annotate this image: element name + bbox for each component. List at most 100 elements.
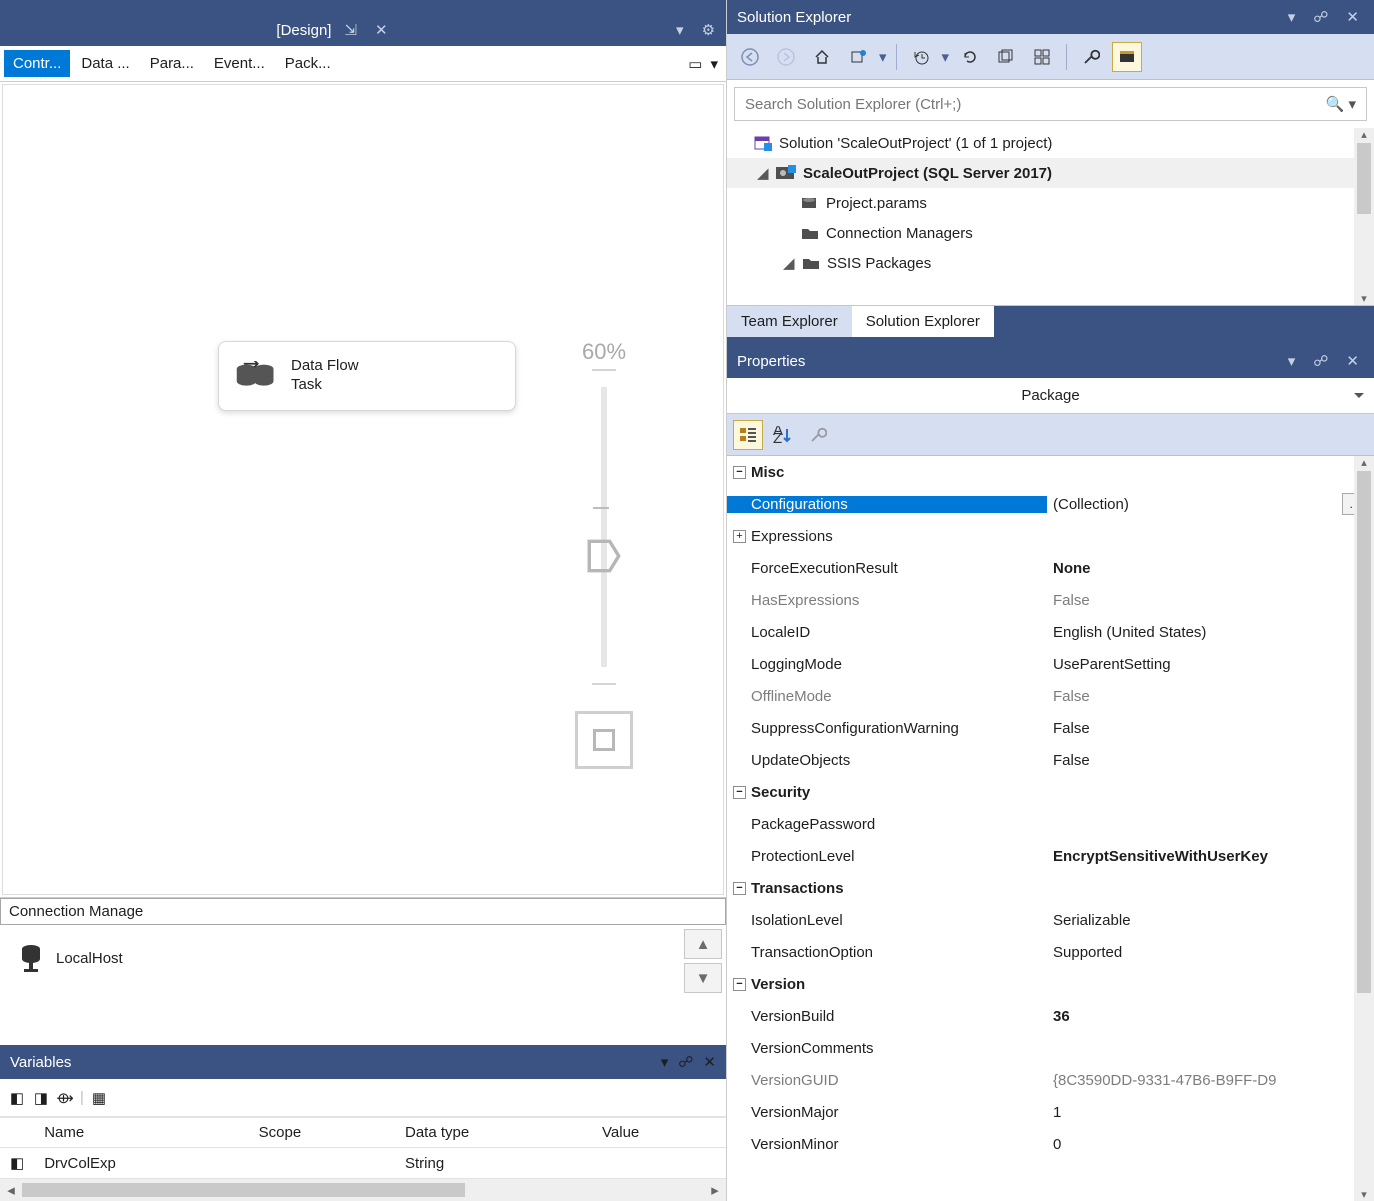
- prop-isolationlevel[interactable]: IsolationLevelSerializable: [727, 904, 1374, 936]
- prop-versionminor[interactable]: VersionMinor0: [727, 1128, 1374, 1160]
- se-close-icon[interactable]: ✕: [1341, 8, 1364, 26]
- gear-icon[interactable]: ⚙: [697, 21, 720, 39]
- properties-toolbar: AZ: [727, 414, 1374, 456]
- back-button[interactable]: [735, 42, 765, 72]
- prop-loggingmode[interactable]: LoggingModeUseParentSetting: [727, 648, 1374, 680]
- collapse-all-button[interactable]: [991, 42, 1021, 72]
- scroll-down-button[interactable]: ▼: [684, 963, 722, 993]
- move-variable-button[interactable]: ⟴: [56, 1089, 74, 1107]
- props-vscroll[interactable]: ▴▾: [1354, 456, 1374, 1201]
- connection-localhost[interactable]: LocalHost: [18, 943, 123, 973]
- solution-explorer-search[interactable]: Search Solution Explorer (Ctrl+;) 🔍 ▾: [734, 87, 1367, 121]
- delete-variable-button[interactable]: ◨: [32, 1089, 50, 1107]
- show-all-button[interactable]: [1027, 42, 1057, 72]
- zoom-slider[interactable]: [601, 387, 607, 667]
- col-name[interactable]: Name: [34, 1118, 248, 1148]
- prop-versioncomments[interactable]: VersionComments: [727, 1032, 1374, 1064]
- tree-solution[interactable]: Solution 'ScaleOutProject' (1 of 1 proje…: [727, 128, 1374, 158]
- category-misc[interactable]: −Misc: [727, 456, 1374, 488]
- search-icon[interactable]: 🔍 ▾: [1326, 95, 1356, 113]
- prop-hasexpressions[interactable]: HasExpressionsFalse: [727, 584, 1374, 616]
- tab-event-handlers[interactable]: Event...: [205, 50, 274, 77]
- props-dropdown-icon[interactable]: ▾: [1283, 352, 1301, 370]
- home-button[interactable]: [807, 42, 837, 72]
- solution-tree[interactable]: Solution 'ScaleOutProject' (1 of 1 proje…: [727, 128, 1374, 306]
- tab-data-flow[interactable]: Data ...: [72, 50, 138, 77]
- property-object-selector[interactable]: Package: [727, 378, 1374, 414]
- tab-package-explorer[interactable]: Pack...: [276, 50, 340, 77]
- prop-versionbuild[interactable]: VersionBuild36: [727, 1000, 1374, 1032]
- scroll-left-icon[interactable]: ◂: [0, 1179, 22, 1201]
- add-variable-button[interactable]: ◧: [8, 1089, 26, 1107]
- prop-expressions[interactable]: +Expressions: [727, 520, 1374, 552]
- tree-packages[interactable]: ◢ SSIS Packages: [727, 248, 1374, 278]
- design-canvas[interactable]: Data Flow Task 60%: [2, 84, 724, 895]
- categorize-button[interactable]: [733, 420, 763, 450]
- dropdown-icon[interactable]: ▾: [671, 21, 689, 39]
- prop-versionmajor[interactable]: VersionMajor1: [727, 1096, 1374, 1128]
- design-title: [Design]: [276, 22, 331, 39]
- category-version[interactable]: −Version: [727, 968, 1374, 1000]
- se-dropdown-icon[interactable]: ▾: [1283, 8, 1301, 26]
- prop-suppressconfigwarning[interactable]: SuppressConfigurationWarningFalse: [727, 712, 1374, 744]
- props-pin-icon[interactable]: ☍: [1308, 352, 1333, 370]
- alphabetical-button[interactable]: AZ: [768, 420, 798, 450]
- prop-transactionoption[interactable]: TransactionOptionSupported: [727, 936, 1374, 968]
- variables-dropdown-icon[interactable]: ▾: [661, 1053, 669, 1071]
- prop-updateobjects[interactable]: UpdateObjectsFalse: [727, 744, 1374, 776]
- tab-control-flow[interactable]: Contr...: [4, 50, 70, 77]
- variables-pin-icon[interactable]: ☍: [678, 1053, 693, 1071]
- tab-parameters[interactable]: Para...: [141, 50, 203, 77]
- category-security[interactable]: −Security: [727, 776, 1374, 808]
- properties-grid[interactable]: −Misc Configurations(Collection)… +Expre…: [727, 456, 1374, 1201]
- design-tabs: Contr... Data ... Para... Event... Pack.…: [0, 46, 726, 82]
- col-scope[interactable]: Scope: [249, 1118, 395, 1148]
- properties-button[interactable]: [1076, 42, 1106, 72]
- zoom-thumb[interactable]: [587, 539, 621, 573]
- prop-configurations[interactable]: Configurations(Collection)…: [727, 488, 1374, 520]
- data-flow-task[interactable]: Data Flow Task: [218, 341, 516, 411]
- collapse-icon[interactable]: −: [733, 786, 746, 799]
- preview-button[interactable]: [1112, 42, 1142, 72]
- refresh-button[interactable]: [955, 42, 985, 72]
- chevron-down-icon[interactable]: ▾: [710, 55, 718, 73]
- variables-hscroll[interactable]: ◂ ▸: [0, 1179, 726, 1201]
- tab-solution-explorer[interactable]: Solution Explorer: [852, 306, 994, 337]
- tree-params[interactable]: Project.params: [727, 188, 1374, 218]
- prop-protectionlevel[interactable]: ProtectionLevelEncryptSensitiveWithUserK…: [727, 840, 1374, 872]
- sync-button[interactable]: [843, 42, 873, 72]
- var-scope[interactable]: [249, 1148, 395, 1179]
- history-button[interactable]: [906, 42, 936, 72]
- var-dtype[interactable]: String: [395, 1148, 592, 1179]
- scroll-right-icon[interactable]: ▸: [704, 1179, 726, 1201]
- collapse-icon[interactable]: −: [733, 882, 746, 895]
- category-transactions[interactable]: −Transactions: [727, 872, 1374, 904]
- tree-vscroll[interactable]: ▴▾: [1354, 128, 1374, 305]
- prop-forceexecutionresult[interactable]: ForceExecutionResultNone: [727, 552, 1374, 584]
- tab-team-explorer[interactable]: Team Explorer: [727, 306, 852, 337]
- prop-offlinemode[interactable]: OfflineModeFalse: [727, 680, 1374, 712]
- var-value[interactable]: [592, 1148, 726, 1179]
- zoom-fit-button[interactable]: [575, 711, 633, 769]
- variables-close-icon[interactable]: ✕: [703, 1053, 716, 1071]
- grid-options-button[interactable]: ▦: [90, 1089, 108, 1107]
- col-datatype[interactable]: Data type: [395, 1118, 592, 1148]
- property-pages-button[interactable]: [803, 420, 833, 450]
- var-name[interactable]: DrvColExp: [34, 1148, 248, 1179]
- collapse-icon[interactable]: −: [733, 978, 746, 991]
- prop-packagepassword[interactable]: PackagePassword: [727, 808, 1374, 840]
- tree-project[interactable]: ◢ ScaleOutProject (SQL Server 2017): [727, 158, 1374, 188]
- prop-localeid[interactable]: LocaleIDEnglish (United States): [727, 616, 1374, 648]
- props-close-icon[interactable]: ✕: [1341, 352, 1364, 370]
- pin-icon[interactable]: ⇲: [339, 21, 362, 39]
- package-icon[interactable]: ▭: [688, 55, 702, 73]
- collapse-icon[interactable]: −: [733, 466, 746, 479]
- variable-row[interactable]: ◧ DrvColExp String: [0, 1148, 726, 1179]
- prop-versionguid[interactable]: VersionGUID{8C3590DD-9331-47B6-B9FF-D9: [727, 1064, 1374, 1096]
- tree-connections[interactable]: Connection Managers: [727, 218, 1374, 248]
- se-pin-icon[interactable]: ☍: [1308, 8, 1333, 26]
- col-value[interactable]: Value: [592, 1118, 726, 1148]
- forward-button[interactable]: [771, 42, 801, 72]
- close-icon[interactable]: ✕: [370, 21, 393, 39]
- scroll-up-button[interactable]: ▲: [684, 929, 722, 959]
